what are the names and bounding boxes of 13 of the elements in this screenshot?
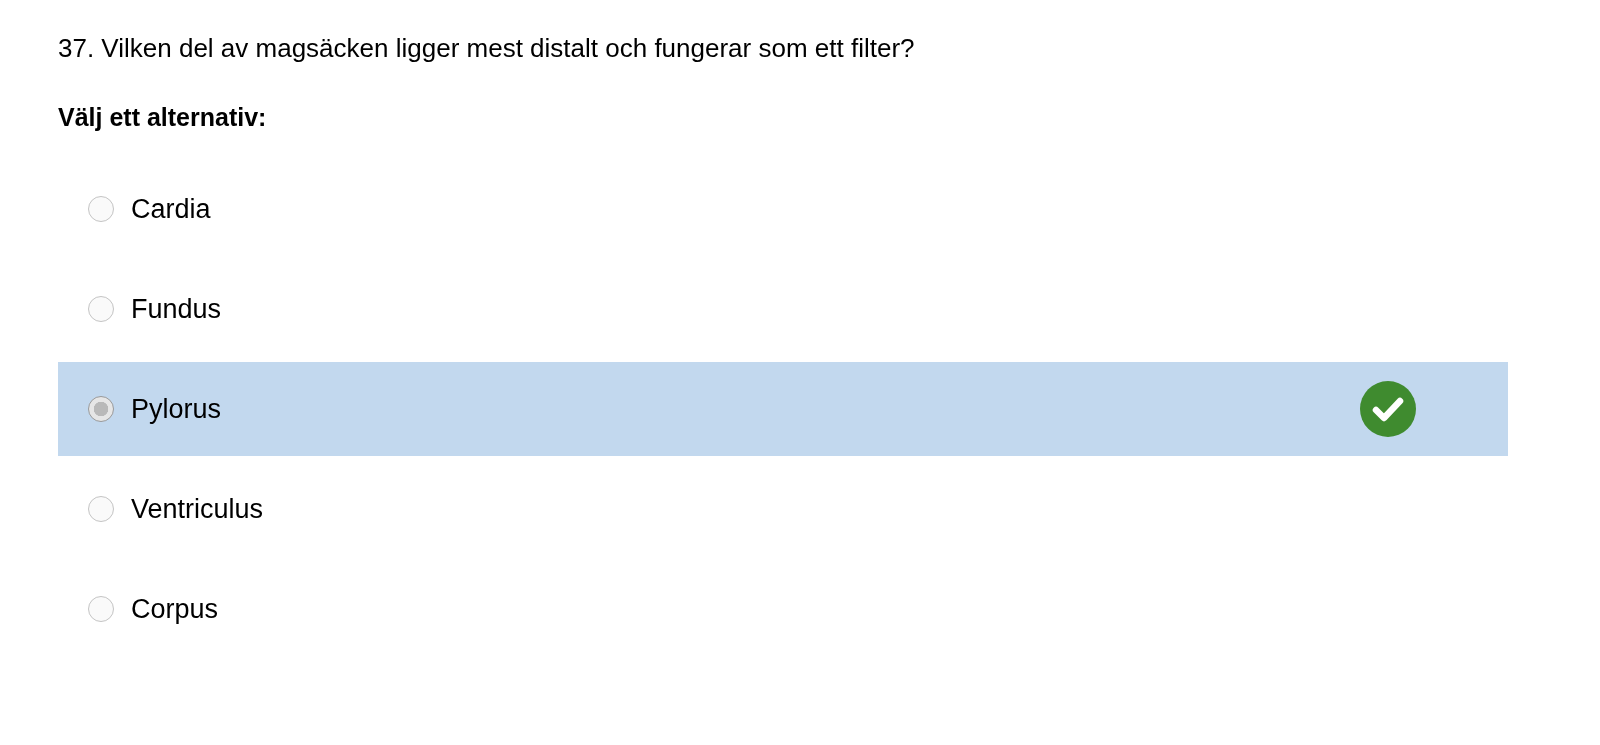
option-label: Corpus — [131, 593, 220, 625]
radio-button[interactable] — [88, 496, 114, 522]
radio-button[interactable] — [88, 396, 114, 422]
option-label: Cardia — [131, 193, 212, 225]
radio-button[interactable] — [88, 196, 114, 222]
option-label: Fundus — [131, 293, 223, 325]
option-label: Pylorus — [131, 393, 223, 425]
radio-button[interactable] — [88, 296, 114, 322]
radio-button[interactable] — [88, 596, 114, 622]
option-label: Ventriculus — [131, 493, 265, 525]
selected-answer-row[interactable]: Pylorus — [58, 362, 1508, 456]
instruction-label: Välj ett alternativ: — [58, 102, 268, 133]
question-text: 37. Vilken del av magsäcken ligger mest distalt och fungerar som ett filter? — [58, 32, 916, 65]
